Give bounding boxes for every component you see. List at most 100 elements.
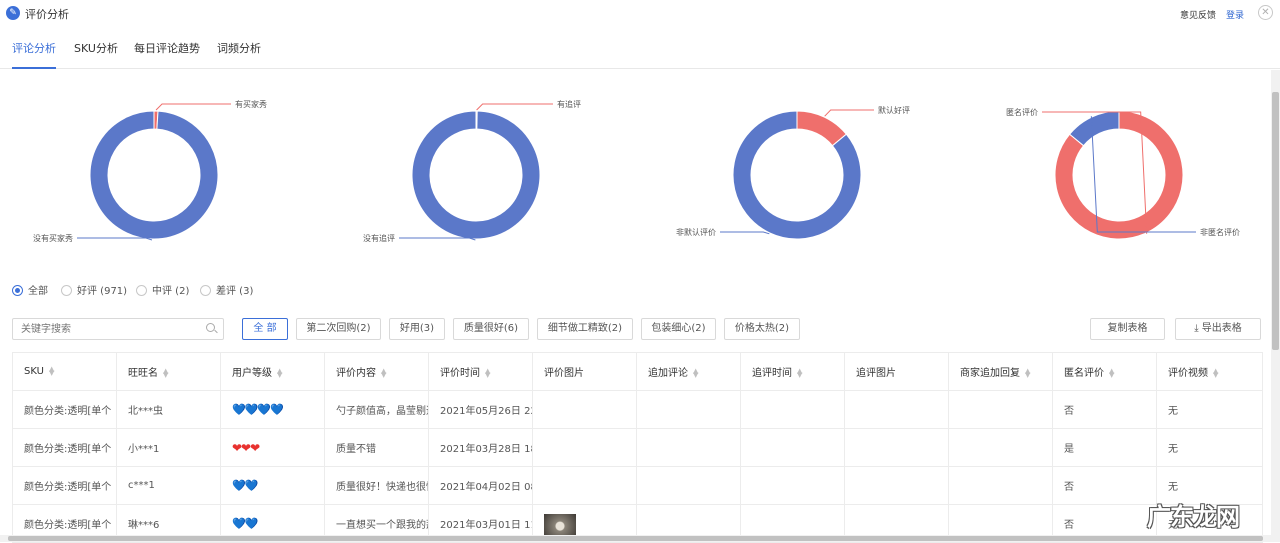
cell-anonymous: 否 <box>1052 390 1157 429</box>
sort-icon: ▲ ▼ <box>48 365 55 377</box>
cell-append-images <box>844 390 949 429</box>
table-row[interactable]: 颜色分类:透明[单个 北***虫 💙💙💙💙 勺子颜值高，晶莹剔透 2021年05月26日… <box>12 390 1263 429</box>
cell-name: 小***1 <box>116 428 221 467</box>
sort-icon: ▲ ▼ <box>797 367 803 379</box>
review-table: SKU ▲ ▼ 旺旺名 ▲ ▼ 用户等级 ▲ ▼ 评价内容 ▲ ▼ 评价时间 ▲ ▼ 评价图片 追加… <box>12 352 1263 543</box>
filter-medium-radio[interactable]: 中评 (2) <box>136 282 189 297</box>
cell-images <box>532 428 637 467</box>
chart2-label-0: 有追评 <box>557 99 581 109</box>
cell-seller-reply <box>948 466 1053 505</box>
chart3-label-1: 非默认评价 <box>676 227 716 237</box>
chart3-leader-line-0 <box>824 109 874 117</box>
cell-append <box>636 428 741 467</box>
sort-icon: ▲ ▼ <box>485 367 491 379</box>
chip-packaging[interactable]: 包装细心(2) <box>641 318 716 340</box>
table-row[interactable]: 颜色分类:透明[单个 小***1 ❤❤❤ 质量不错 2021年03月28日 18: 是无 <box>12 428 1263 467</box>
feedback-link[interactable]: 意见反馈 <box>1180 8 1216 21</box>
donut-charts: 有买家秀没有买家秀 有追评没有追评 默认好评非默认评价 匿名评价非匿名评价 <box>33 99 1240 243</box>
copy-table-button[interactable]: 复制表格 <box>1090 318 1165 340</box>
title-bar: ✎ 评价分析 意见反馈 登录 ✕ <box>0 0 1280 28</box>
login-link[interactable]: 登录 <box>1226 8 1244 21</box>
cell-sku: 颜色分类:透明[单个 <box>12 390 117 429</box>
col-append[interactable]: 追加评论 ▲ ▼ <box>636 352 741 391</box>
cell-content: 勺子颜值高，晶莹剔透 <box>324 390 429 429</box>
review-image-thumbnail[interactable] <box>544 513 576 536</box>
cell-level: ❤❤❤ <box>220 428 325 467</box>
compass-icon: ✎ <box>6 6 20 20</box>
col-time[interactable]: 评价时间 ▲ ▼ <box>428 352 533 391</box>
cell-time: 2021年04月02日 08: <box>428 466 533 505</box>
cell-append-time <box>740 428 845 467</box>
cell-images <box>532 466 637 505</box>
cell-append-images <box>844 428 949 467</box>
tab-review-analysis[interactable]: 评论分析 <box>12 40 56 69</box>
sort-icon: ▲ ▼ <box>163 367 169 379</box>
col-anonymous[interactable]: 匿名评价 ▲ ▼ <box>1052 352 1157 391</box>
chip-price[interactable]: 价格太热(2) <box>724 318 800 340</box>
col-images: 评价图片 <box>532 352 637 391</box>
chart4-label-1: 非匿名评价 <box>1200 227 1240 237</box>
table-row[interactable]: 颜色分类:透明[单个 c***1 💙💙 质量很好！快递也很快 2021年04月02日 0… <box>12 466 1263 505</box>
cell-video: 无 <box>1156 390 1263 429</box>
cell-content: 质量不错 <box>324 428 429 467</box>
col-video[interactable]: 评价视频 ▲ ▼ <box>1156 352 1263 391</box>
chip-useful[interactable]: 好用(3) <box>389 318 445 340</box>
col-level[interactable]: 用户等级 ▲ ▼ <box>220 352 325 391</box>
chart1-leader-line-0 <box>155 103 231 111</box>
table-header-row: SKU ▲ ▼ 旺旺名 ▲ ▼ 用户等级 ▲ ▼ 评价内容 ▲ ▼ 评价时间 ▲ ▼ 评价图片 追加… <box>12 352 1263 391</box>
filter-bad-radio[interactable]: 差评 (3) <box>200 282 253 297</box>
chip-workmanship[interactable]: 细节做工精致(2) <box>537 318 633 340</box>
export-table-button[interactable]: ⤓ 导出表格 <box>1175 318 1261 340</box>
cell-images <box>532 390 637 429</box>
search-icon <box>206 323 215 332</box>
col-content[interactable]: 评价内容 ▲ ▼ <box>324 352 429 391</box>
chart2-leader-line-0 <box>476 103 553 111</box>
cell-seller-reply <box>948 428 1053 467</box>
vertical-scrollbar-thumb[interactable] <box>1272 92 1279 350</box>
cell-anonymous: 否 <box>1052 466 1157 505</box>
cell-name: c***1 <box>116 466 221 505</box>
chart1-leader-line-1 <box>77 237 153 241</box>
app-title: 评价分析 <box>25 8 69 21</box>
chart3-label-0: 默认好评 <box>878 105 910 115</box>
cell-append <box>636 466 741 505</box>
cell-level: 💙💙 <box>220 466 325 505</box>
horizontal-scrollbar-thumb[interactable] <box>8 536 1263 541</box>
cell-sku: 颜色分类:透明[单个 <box>12 466 117 505</box>
sort-icon: ▲ ▼ <box>693 367 699 379</box>
chart1-label-0: 有买家秀 <box>235 99 267 109</box>
cell-video: 无 <box>1156 428 1263 467</box>
sort-icon: ▲ ▼ <box>1109 367 1115 379</box>
chart1-slice-1[interactable] <box>89 110 219 240</box>
chart2-leader-line-1 <box>399 237 476 241</box>
cell-anonymous: 是 <box>1052 428 1157 467</box>
filter-good-radio[interactable]: 好评 (971) <box>61 282 127 297</box>
col-append-images: 追评图片 <box>844 352 949 391</box>
cell-seller-reply <box>948 390 1053 429</box>
watermark: 广东龙网 <box>1147 503 1240 531</box>
cell-append-time <box>740 390 845 429</box>
close-icon[interactable]: ✕ <box>1258 5 1273 20</box>
col-name[interactable]: 旺旺名 ▲ ▼ <box>116 352 221 391</box>
cell-name: 北***虫 <box>116 390 221 429</box>
chip-all[interactable]: 全 部 <box>242 318 288 340</box>
cell-time: 2021年05月26日 22: <box>428 390 533 429</box>
col-seller-reply[interactable]: 商家追加回复 ▲ ▼ <box>948 352 1053 391</box>
filter-all-radio[interactable]: 全部 <box>12 282 48 297</box>
tab-daily-trend[interactable]: 每日评论趋势 <box>134 40 200 69</box>
chart3-leader-line-1 <box>720 231 770 235</box>
cell-sku: 颜色分类:透明[单个 <box>12 428 117 467</box>
col-append-time[interactable]: 追评时间 ▲ ▼ <box>740 352 845 391</box>
chart4-slice-1[interactable] <box>1068 110 1120 147</box>
tab-word-frequency[interactable]: 词频分析 <box>217 40 261 69</box>
download-icon: ⤓ <box>1194 323 1202 334</box>
tab-sku-analysis[interactable]: SKU分析 <box>74 40 118 69</box>
chart1-label-1: 没有买家秀 <box>33 233 73 243</box>
chart2-slice-1[interactable] <box>411 110 541 240</box>
col-sku[interactable]: SKU ▲ ▼ <box>12 352 117 391</box>
chart4-label-0: 匿名评价 <box>1006 107 1038 117</box>
chip-quality[interactable]: 质量很好(6) <box>453 318 529 340</box>
chip-repurchase[interactable]: 第二次回购(2) <box>296 318 381 340</box>
cell-append-time <box>740 466 845 505</box>
search-input[interactable] <box>12 318 224 340</box>
